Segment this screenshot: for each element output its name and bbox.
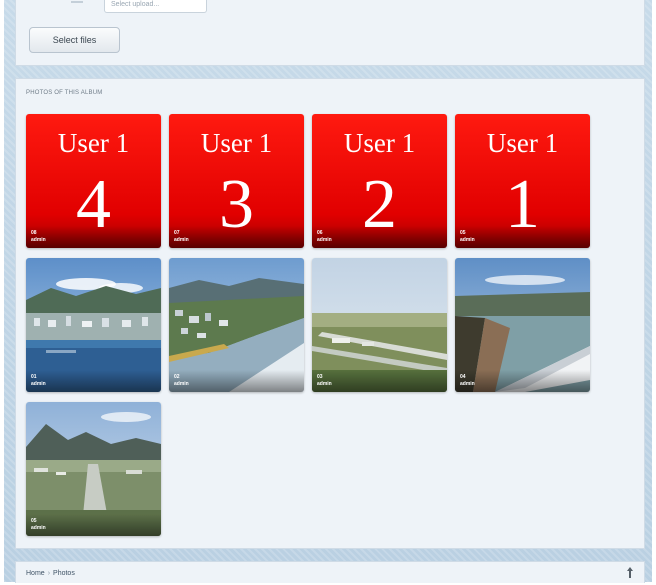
section-title: PHOTOS OF THIS ALBUM	[26, 90, 103, 96]
breadcrumb-current: Photos	[53, 570, 75, 577]
caption-overlay	[169, 226, 304, 248]
thumb-author: admin	[460, 381, 475, 387]
thumb-number: 05	[31, 518, 37, 524]
upload-type-select[interactable]: Select upload...	[104, 0, 207, 13]
thumb-number: 04	[460, 374, 466, 380]
caption-overlay	[312, 226, 447, 248]
photo-thumb[interactable]: User 1 4 08 admin	[26, 114, 161, 248]
photo-thumb[interactable]: 03 admin	[312, 258, 447, 392]
caption-overlay	[169, 370, 304, 392]
breadcrumb-home-link[interactable]: Home	[26, 570, 45, 577]
breadcrumb-bar: Home › Photos	[15, 561, 645, 583]
album-photos-panel: PHOTOS OF THIS ALBUM User 1 4 08 admin U…	[15, 78, 645, 549]
thumb-number: 08	[31, 230, 37, 236]
caption-overlay	[26, 226, 161, 248]
chevron-up-icon[interactable]	[626, 566, 634, 580]
thumb-author: admin	[174, 237, 189, 243]
thumb-number: 06	[317, 230, 323, 236]
upload-panel: Select upload... Select files	[15, 0, 645, 66]
page-frame: Select upload... Select files PHOTOS OF …	[4, 0, 652, 583]
caption-overlay	[455, 370, 590, 392]
thumb-author: admin	[31, 381, 46, 387]
thumb-number: 05	[460, 230, 466, 236]
photo-thumb[interactable]: 02 admin	[169, 258, 304, 392]
caption-overlay	[312, 370, 447, 392]
thumb-author: admin	[31, 525, 46, 531]
caption-overlay	[26, 370, 161, 392]
thumb-user-text: User 1	[57, 128, 130, 158]
photo-thumb[interactable]: User 1 3 07 admin	[169, 114, 304, 248]
photo-thumb[interactable]: 01 admin	[26, 258, 161, 392]
breadcrumb-separator: ›	[47, 570, 51, 577]
select-files-button[interactable]: Select files	[29, 27, 120, 53]
thumb-author: admin	[317, 381, 332, 387]
thumb-user-text: User 1	[486, 128, 559, 158]
breadcrumb: Home › Photos	[26, 570, 75, 577]
thumb-author: admin	[317, 237, 332, 243]
photo-thumb[interactable]: 05 admin	[26, 402, 161, 536]
thumb-number: 03	[317, 374, 323, 380]
partial-label	[71, 1, 83, 3]
photo-thumb[interactable]: User 1 2 06 admin	[312, 114, 447, 248]
thumb-author: admin	[174, 381, 189, 387]
thumb-number: 01	[31, 374, 37, 380]
thumb-author: admin	[31, 237, 46, 243]
thumb-number: 02	[174, 374, 180, 380]
thumb-user-text: User 1	[200, 128, 273, 158]
thumb-user-text: User 1	[343, 128, 416, 158]
caption-overlay	[455, 226, 590, 248]
photo-thumb[interactable]: User 1 1 05 admin	[455, 114, 590, 248]
caption-overlay	[26, 514, 161, 536]
thumb-number: 07	[174, 230, 180, 236]
thumb-author: admin	[460, 237, 475, 243]
photo-thumb[interactable]: 04 admin	[455, 258, 590, 392]
